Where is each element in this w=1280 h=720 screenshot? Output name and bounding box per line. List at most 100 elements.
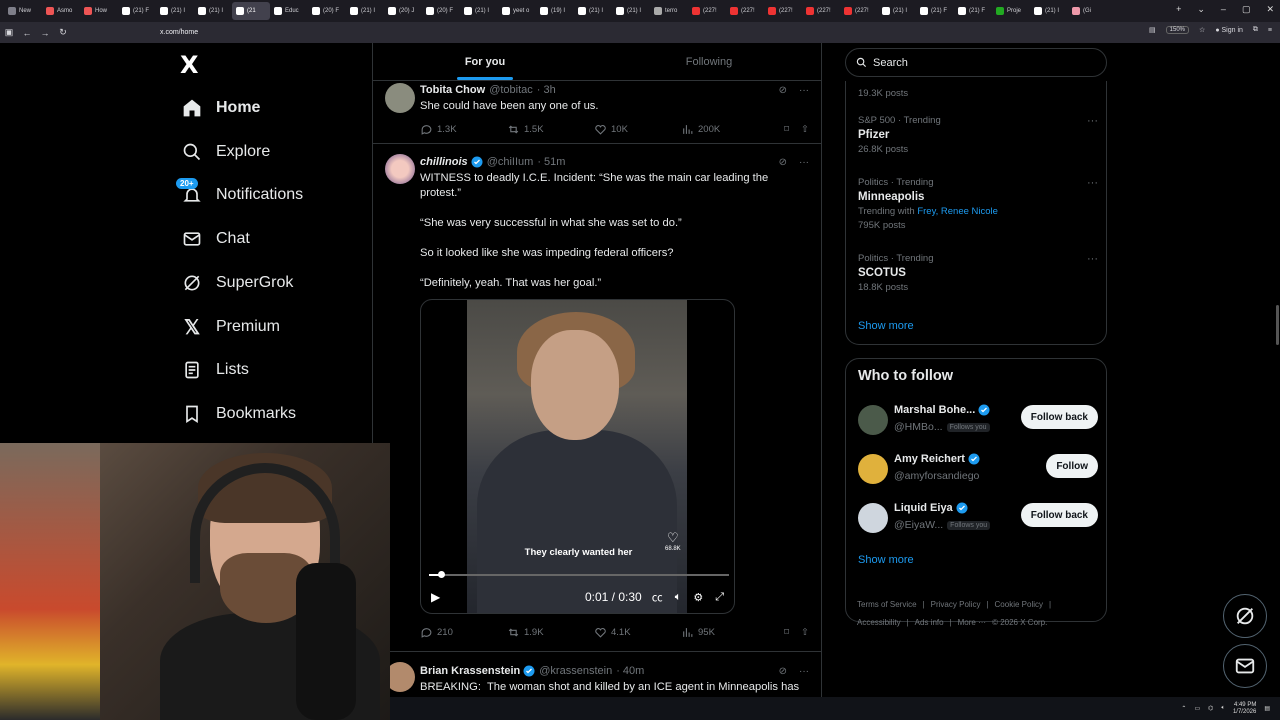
tab-following[interactable]: Following (597, 43, 821, 80)
notification-icon[interactable]: ▤ (1264, 705, 1270, 712)
suggestion-name[interactable]: Amy Reichert (894, 453, 980, 465)
like-button[interactable]: 10K (594, 123, 681, 136)
browser-tab[interactable]: (21) I (612, 2, 650, 20)
grok-icon[interactable]: ⊘ (779, 85, 787, 96)
browser-tab[interactable]: (Gi (1068, 2, 1106, 20)
author-name[interactable]: Brian Krassenstein (420, 665, 520, 677)
footer-link[interactable]: More ··· (958, 618, 986, 627)
x-logo[interactable]: X (180, 51, 199, 79)
tray-icon[interactable]: ⌃ (1181, 705, 1186, 712)
minimize-button[interactable]: – (1221, 4, 1226, 15)
nav-explore[interactable]: Explore (180, 132, 370, 172)
browser-tab[interactable]: yeet o (498, 2, 536, 20)
fullscreen-icon[interactable]: ⤢ (715, 591, 724, 604)
play-button[interactable]: ▶ (431, 590, 440, 604)
nav-home[interactable]: Home (180, 88, 370, 128)
author-handle[interactable]: @tobitac (489, 84, 533, 96)
bookmark-icon[interactable]: ⌑ (784, 627, 789, 638)
reload-button[interactable]: ↻ (54, 27, 72, 38)
trend-item[interactable]: Politics · Trending Minneapolis Trending… (858, 177, 1098, 231)
reader-icon[interactable]: ▤ (1149, 26, 1156, 34)
tweet[interactable]: chillinois @chiIIum · 51m ⊘ ··· WITNESS t… (373, 144, 821, 652)
browser-tab[interactable]: (21) I (878, 2, 916, 20)
volume-icon[interactable]: 🔈︎ (675, 591, 682, 604)
more-icon[interactable]: ··· (1087, 177, 1098, 189)
follow-suggestion[interactable]: Marshal Bohe... @HMBo... Follows you Foll… (858, 403, 1098, 443)
author-handle[interactable]: @chiIIum (487, 156, 534, 168)
back-button[interactable]: ← (18, 28, 36, 38)
repost-button[interactable]: 1.9K (507, 626, 594, 639)
browser-tab[interactable]: (21) F (954, 2, 992, 20)
browser-tab[interactable]: (227! (726, 2, 764, 20)
avatar[interactable] (858, 503, 888, 533)
footer-link[interactable]: Terms of Service (857, 600, 917, 609)
tweet-time[interactable]: · 40m (616, 665, 644, 677)
settings-gear-icon[interactable]: ⚙ (693, 591, 703, 604)
avatar[interactable] (385, 154, 415, 184)
share-icon[interactable]: ⇧ (801, 124, 809, 135)
suggestion-name[interactable]: Liquid Eiya (894, 502, 968, 514)
trend-item[interactable]: Politics · Trending SCOTUS 18.8K posts ·… (858, 253, 1098, 293)
follow-suggestion[interactable]: Amy Reichert @amyforsandiego Follow (858, 452, 1098, 492)
suggestion-name[interactable]: Marshal Bohe... (894, 404, 990, 416)
grok-fab-button[interactable] (1223, 594, 1267, 638)
browser-tab[interactable]: (21) I (156, 2, 194, 20)
browser-tab[interactable]: (227! (840, 2, 878, 20)
browser-tab[interactable]: (21 (232, 2, 270, 20)
search-input[interactable]: Search (845, 48, 1107, 77)
reply-button[interactable]: 210 (420, 626, 507, 639)
more-icon[interactable]: ··· (799, 666, 809, 677)
tab-list-icon[interactable]: ⌄ (1197, 4, 1205, 15)
browser-tab[interactable]: Educ (270, 2, 308, 20)
show-more-suggestions[interactable]: Show more (858, 554, 914, 566)
author-handle[interactable]: @krassenstein (539, 665, 612, 677)
forward-button[interactable]: → (36, 28, 54, 38)
tweet[interactable]: Tobita Chow @tobitac · 3h ⊘ ··· She could… (373, 81, 821, 144)
browser-tab[interactable]: (21) F (118, 2, 156, 20)
url-field[interactable]: x.com/home (160, 29, 198, 36)
follow-button[interactable]: Follow (1046, 454, 1098, 478)
browser-tab[interactable]: terro (650, 2, 688, 20)
browser-tab[interactable]: (21) I (346, 2, 384, 20)
network-icon[interactable]: ⌬ (1208, 705, 1213, 712)
browser-tab[interactable]: (20) J (384, 2, 422, 20)
share-icon[interactable]: ⇧ (801, 627, 809, 638)
close-window-button[interactable]: ✕ (1266, 4, 1274, 15)
trend-item[interactable]: S&P 500 · Trending Pfizer 26.8K posts ··… (858, 115, 1098, 155)
scrollbar[interactable] (1276, 305, 1279, 345)
browser-tab[interactable]: New (4, 2, 42, 20)
show-more-trends[interactable]: Show more (858, 320, 914, 332)
browser-tab[interactable]: (227! (764, 2, 802, 20)
zoom-level[interactable]: 150% (1165, 26, 1190, 34)
browser-tab[interactable]: Asmo (42, 2, 80, 20)
captions-icon[interactable]: ㏄ (652, 589, 663, 605)
clock[interactable]: 4:49 PM 1/7/2026 (1233, 702, 1256, 716)
video-like[interactable]: ♡ 68.8K (665, 530, 681, 552)
video-progress-bar[interactable] (429, 571, 729, 578)
video-player[interactable]: They clearly wanted her ♡ 68.8K ▶ 0:01 / … (420, 299, 735, 614)
views-button[interactable]: 95K (681, 626, 768, 639)
trending-with-links[interactable]: Frey, Renee Nicole (917, 206, 998, 217)
extensions-icon[interactable]: ⧉ (1253, 26, 1258, 34)
nav-premium[interactable]: 𝕏 Premium (180, 307, 370, 347)
browser-tab[interactable]: How (80, 2, 118, 20)
avatar[interactable] (858, 454, 888, 484)
nav-lists[interactable]: Lists (180, 350, 370, 390)
sidebar-toggle-icon[interactable]: ▣ (0, 27, 18, 38)
grok-icon[interactable]: ⊘ (779, 666, 787, 677)
more-icon[interactable]: ··· (1087, 115, 1098, 127)
footer-link[interactable]: Ads info (915, 618, 944, 627)
nav-bookmarks[interactable]: Bookmarks (180, 394, 370, 434)
bookmark-star-icon[interactable]: ☆ (1199, 26, 1205, 34)
more-icon[interactable]: ··· (1087, 253, 1098, 265)
avatar[interactable] (385, 83, 415, 113)
browser-tab[interactable]: (227! (688, 2, 726, 20)
follow-back-button[interactable]: Follow back (1020, 405, 1098, 429)
grok-icon[interactable]: ⊘ (779, 157, 787, 168)
browser-tab[interactable]: (21) I (194, 2, 232, 20)
browser-tab[interactable]: (19) I (536, 2, 574, 20)
new-tab-button[interactable]: + (1176, 4, 1181, 15)
follow-back-button[interactable]: Follow back (1020, 503, 1098, 527)
tab-for-you[interactable]: For you (373, 43, 597, 80)
follow-suggestion[interactable]: Liquid Eiya @EiyaW... Follows you Follow … (858, 501, 1098, 541)
